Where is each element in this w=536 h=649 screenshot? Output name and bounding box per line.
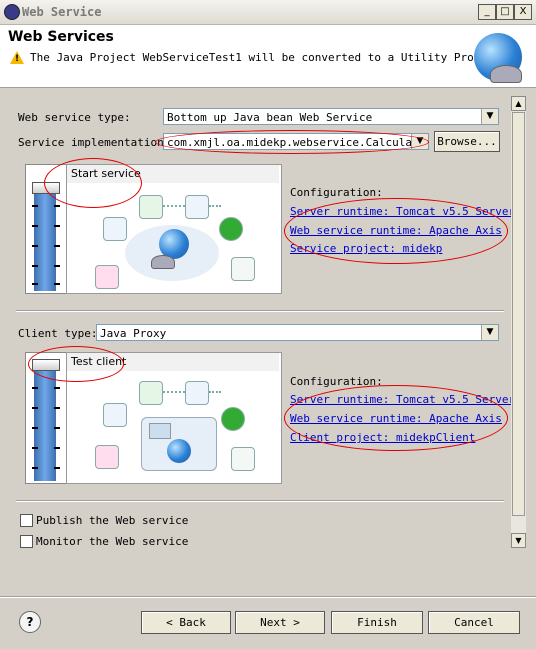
cancel-button[interactable]: Cancel [428, 611, 520, 634]
run-icon [219, 217, 243, 241]
window-title: Web Service [22, 5, 102, 19]
client-ws-runtime-link[interactable]: Web service runtime: Apache Axis [290, 412, 502, 425]
client-type-label: Client type: [18, 327, 98, 340]
publish-checkbox[interactable] [20, 514, 33, 527]
client-server-runtime-link[interactable]: Server runtime: Tomcat v5.5 Server [290, 393, 515, 406]
service-impl-combo[interactable]: com.xmjl.oa.midekp.webservice.CalculateS… [163, 133, 429, 150]
database-icon [95, 265, 119, 289]
next-button[interactable]: Next > [235, 611, 325, 634]
vertical-scrollbar[interactable]: ▲ ▼ [511, 96, 526, 548]
client-type-combo[interactable]: Java Proxy ▼ [96, 324, 499, 341]
publish-label: Publish the Web service [36, 514, 189, 527]
slider-thumb[interactable] [32, 359, 60, 371]
chevron-down-icon[interactable]: ▼ [481, 109, 498, 124]
eclipse-icon [4, 4, 20, 20]
scroll-thumb[interactable] [512, 112, 525, 516]
client-type-value: Java Proxy [100, 327, 167, 340]
monitor-checkbox[interactable] [20, 535, 33, 548]
globe-icon [167, 439, 191, 463]
bell-icon [151, 255, 175, 269]
maximize-button[interactable]: □ [496, 4, 514, 20]
service-impl-value: com.xmjl.oa.midekp.webservice.CalculateS… [167, 136, 429, 149]
service-project-link[interactable]: Service project: midekp [290, 242, 442, 255]
service-ws-runtime-link[interactable]: Web service runtime: Apache Axis [290, 224, 502, 237]
help-icon[interactable]: ? [19, 611, 41, 633]
deploy-icon [139, 381, 163, 405]
warning-mark: ! [15, 54, 20, 64]
client-config-heading: Configuration: [290, 375, 383, 388]
database-icon [95, 445, 119, 469]
java-bean-icon [103, 217, 127, 241]
service-slider-label: Start service [71, 167, 141, 180]
deploy-icon [139, 195, 163, 219]
page-title: Web Services [8, 29, 114, 45]
chevron-down-icon[interactable]: ▼ [411, 134, 428, 149]
browse-button[interactable]: Browse... [434, 131, 500, 152]
slider-track [34, 187, 56, 291]
java-bean-icon [103, 403, 127, 427]
document-icon [231, 447, 255, 471]
close-button[interactable]: X [514, 4, 532, 20]
service-config-heading: Configuration: [290, 186, 383, 199]
service-type-combo[interactable]: Bottom up Java bean Web Service ▼ [163, 108, 499, 125]
client-project-link[interactable]: Client project: midekpClient [290, 431, 475, 444]
footer-separator [0, 596, 536, 598]
back-button[interactable]: < Back [141, 611, 231, 634]
document-icon [231, 257, 255, 281]
finish-button[interactable]: Finish [331, 611, 423, 634]
slider-thumb[interactable] [32, 182, 60, 194]
service-diagram: Start service [66, 164, 282, 294]
client-slider-label: Test client [71, 355, 127, 368]
client-diagram: Test client [66, 352, 282, 484]
slider-track [34, 365, 56, 481]
server-icon [185, 195, 209, 219]
warning-message: The Java Project WebServiceTest1 will be… [30, 51, 501, 64]
service-slider[interactable] [25, 164, 67, 294]
section-separator [16, 310, 504, 312]
wizard-banner: Web Services ! The Java Project WebServi… [0, 25, 536, 88]
title-bar: Web Service _ □ X [0, 0, 536, 25]
section-separator [16, 500, 504, 502]
service-type-label: Web service type: [18, 111, 131, 124]
chevron-down-icon[interactable]: ▼ [481, 325, 498, 340]
service-server-runtime-link[interactable]: Server runtime: Tomcat v5.5 Server [290, 205, 515, 218]
minimize-button[interactable]: _ [478, 4, 496, 20]
scroll-up-button[interactable]: ▲ [511, 96, 526, 111]
scroll-down-button[interactable]: ▼ [511, 533, 526, 548]
service-impl-label: Service implementation: [18, 136, 171, 149]
client-slider[interactable] [25, 352, 67, 484]
run-icon [221, 407, 245, 431]
service-type-value: Bottom up Java bean Web Service [167, 111, 373, 124]
bell-icon [490, 65, 522, 83]
server-icon [185, 381, 209, 405]
monitor-label: Monitor the Web service [36, 535, 189, 548]
